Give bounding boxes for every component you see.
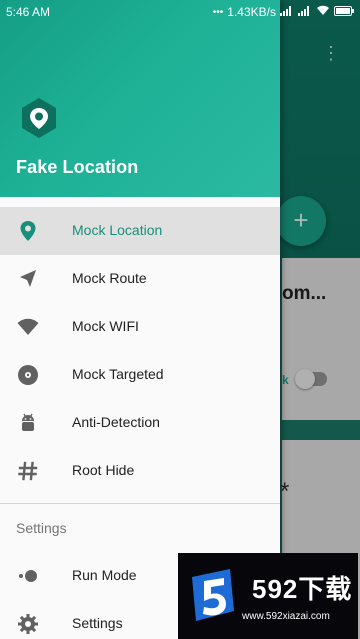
menu-divider xyxy=(0,503,280,504)
drawer-menu: Mock Location Mock Route Mock WIFI Mock … xyxy=(0,207,280,495)
watermark-text: 592下载 xyxy=(252,574,353,604)
gear-icon xyxy=(16,612,40,636)
menu-item-root-hide[interactable]: Root Hide xyxy=(0,447,280,495)
drawer-title: Fake Location xyxy=(16,157,139,177)
network-speed: 1.43KB/s xyxy=(227,5,276,19)
menu-item-label: Mock Location xyxy=(72,222,163,238)
menu-item-anti-detection[interactable]: Anti-Detection xyxy=(0,399,280,447)
wifi-icon xyxy=(16,315,40,339)
watermark-overlay: 592下载 www.592xiazai.com xyxy=(178,553,358,639)
menu-item-label: Mock Route xyxy=(72,270,147,286)
target-disc-icon xyxy=(16,363,40,387)
signal-icon xyxy=(280,5,294,19)
location-pin-icon xyxy=(16,219,40,243)
watermark-url: www.592xiazai.com xyxy=(242,611,330,622)
menu-item-mock-wifi[interactable]: Mock WIFI xyxy=(0,303,280,351)
android-icon xyxy=(16,411,40,435)
menu-item-mock-targeted[interactable]: Mock Targeted xyxy=(0,351,280,399)
watermark-logo-icon xyxy=(186,567,240,627)
menu-item-label: Run Mode xyxy=(72,567,137,583)
hash-icon xyxy=(16,459,40,483)
status-bar: 5:46 AM ••• 1.43KB/s xyxy=(0,0,360,24)
navigation-arrow-icon xyxy=(16,267,40,291)
menu-item-mock-route[interactable]: Mock Route xyxy=(0,255,280,303)
signal-2-icon xyxy=(298,5,312,19)
battery-icon xyxy=(334,5,354,19)
drawer-header: Fake Location xyxy=(0,0,280,197)
menu-item-label: Settings xyxy=(72,615,123,631)
menu-item-mock-location[interactable]: Mock Location xyxy=(0,207,280,255)
wifi-status-icon xyxy=(316,5,330,19)
menu-item-label: Anti-Detection xyxy=(72,414,160,430)
navigation-drawer: Fake Location Mock Location Mock Route M… xyxy=(0,0,280,639)
status-time: 5:46 AM xyxy=(6,5,51,19)
status-icons: ••• 1.43KB/s xyxy=(213,5,354,19)
menu-item-label: Root Hide xyxy=(72,462,135,478)
app-logo-icon xyxy=(17,96,61,140)
menu-item-label: Mock Targeted xyxy=(72,366,164,382)
menu-item-label: Mock WIFI xyxy=(72,318,139,334)
notification-dots-icon: ••• xyxy=(212,6,224,18)
settings-section-title: Settings xyxy=(16,520,67,536)
toggle-dots-icon xyxy=(16,564,40,588)
